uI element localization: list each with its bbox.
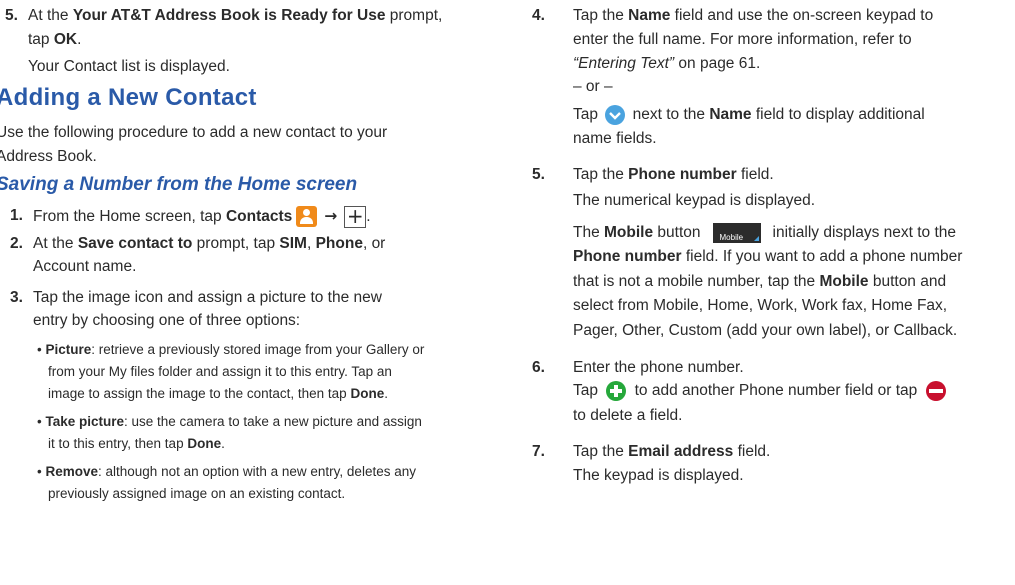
step-result: The numerical keypad is displayed. — [573, 192, 816, 209]
option-bullet-text: from your My files folder and assign it … — [48, 364, 392, 379]
step-result: Your Contact list is displayed. — [28, 58, 230, 75]
step-text: that is not a mobile number, tap the Mob… — [573, 273, 947, 290]
intro-text: Address Book. — [0, 148, 97, 165]
option-bullet: • Remove: although not an option with a … — [37, 464, 416, 479]
chevron-down-icon — [605, 104, 626, 125]
step-result: The keypad is displayed. — [573, 467, 744, 484]
cross-reference: “Entering Text” — [573, 55, 675, 72]
option-bullet-text: it to this entry, then tap Done. — [48, 436, 225, 451]
intro-text: Use the following procedure to add a new… — [0, 124, 388, 141]
step-text: At the Save contact to prompt, tap SIM, … — [33, 235, 386, 252]
step-text: Pager, Other, Custom (add your own label… — [573, 322, 958, 339]
step-text: Tap the Name field and use the on-screen… — [573, 7, 934, 24]
contacts-icon — [296, 206, 318, 228]
subsection-heading: Saving a Number from the Home screen — [0, 174, 358, 195]
step-text: From the Home screen, tap Contacts → +. — [33, 203, 371, 228]
section-heading: Adding a New Contact — [0, 84, 257, 111]
step-text: “Entering Text” on page 61. — [573, 55, 761, 72]
delete-field-icon — [925, 380, 946, 401]
step-text: Tap the Phone number field. — [573, 166, 774, 183]
step-text: enter the full name. For more informatio… — [573, 31, 912, 48]
step-number: 5. — [5, 7, 18, 24]
add-field-icon — [606, 380, 627, 401]
step-text: Account name. — [33, 258, 137, 275]
add-icon: + — [344, 205, 367, 228]
step-text: Enter the phone number. — [573, 359, 744, 376]
option-bullet-text: image to assign the image to the contact… — [48, 386, 388, 401]
step-text: At the Your AT&T Address Book is Ready f… — [28, 7, 443, 24]
step-text: Tap to add another Phone number field or… — [573, 380, 950, 402]
step-number: 5. — [532, 166, 545, 183]
step-text: The Mobile button Mobile initially display… — [573, 222, 957, 243]
option-bullet-text: previously assigned image on an existing… — [48, 486, 346, 501]
step-number: 7. — [532, 443, 545, 460]
step-text: Tap the image icon and assign a picture … — [33, 289, 382, 306]
step-text: to delete a field. — [573, 407, 683, 424]
step-number: 1. — [10, 207, 23, 224]
step-text: Tap the Email address field. — [573, 443, 771, 460]
step-text: entry by choosing one of three options: — [33, 312, 301, 329]
step-text: Phone number field. If you want to add a… — [573, 248, 963, 265]
option-bullet: • Picture: retrieve a previously stored … — [37, 342, 425, 357]
step-text: Tap next to the Name field to display ad… — [573, 104, 925, 125]
step-text: name fields. — [573, 130, 657, 147]
step-text: tap OK. — [28, 31, 82, 48]
option-bullet: • Take picture: use the camera to take a… — [37, 414, 422, 429]
or-separator: – or – — [573, 78, 613, 95]
step-text: select from Mobile, Home, Work, Work fax… — [573, 297, 948, 314]
step-number: 2. — [10, 235, 23, 252]
step-number: 4. — [532, 7, 545, 24]
step-number: 3. — [10, 289, 23, 306]
step-number: 6. — [532, 359, 545, 376]
mobile-button-icon: Mobile — [712, 222, 761, 243]
